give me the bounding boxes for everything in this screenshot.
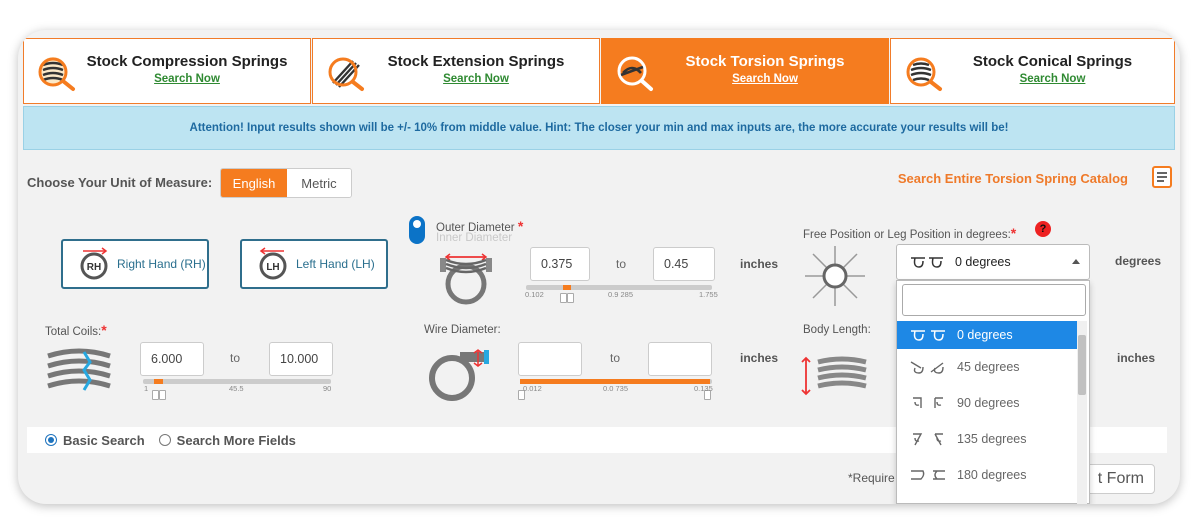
tick-label: 1 (144, 384, 149, 393)
basic-search-label: Basic Search (63, 432, 145, 448)
chevron-up-icon (1072, 259, 1080, 264)
tick-label: 0.102 (525, 290, 544, 299)
unit-english-button[interactable]: English (221, 169, 287, 197)
tick-label: 45.5 (229, 384, 244, 393)
more-fields-option[interactable]: Search More Fields (158, 432, 296, 448)
basic-search-option[interactable]: Basic Search (45, 433, 145, 448)
catalog-link[interactable]: Search Entire Torsion Spring Catalog (898, 171, 1128, 186)
tab-title: Stock Extension Springs (387, 53, 565, 70)
search-now-link[interactable]: Search Now (64, 73, 310, 85)
leg-90-icon (913, 397, 943, 408)
total-coils-illustration (47, 348, 111, 391)
left-hand-icon: LH (259, 247, 287, 280)
dropdown-option[interactable]: 90 degrees (897, 385, 1077, 421)
dropdown-option[interactable]: 0 degrees (897, 321, 1077, 349)
leg-135-icon (913, 433, 943, 446)
leg-position-illustration (805, 246, 865, 306)
dropdown-options: 0 degrees 45 degrees 90 degrees 135 degr… (897, 321, 1077, 493)
to-label: to (616, 257, 627, 271)
search-now-link[interactable]: Search Now (353, 73, 599, 85)
dropdown-option[interactable]: 45 degrees (897, 349, 1077, 385)
left-hand-label: Left Hand (LH) (296, 257, 375, 271)
right-hand-label: Right Hand (RH) (117, 257, 206, 271)
tab-title: Stock Compression Springs (86, 53, 288, 70)
unit-label: Choose Your Unit of Measure: (27, 175, 213, 190)
tick-label: 0.0 735 (603, 384, 629, 393)
tab-conical[interactable]: Stock Conical Springs Search Now (890, 38, 1175, 104)
slider-handle[interactable] (152, 390, 159, 400)
right-hand-button[interactable]: RH Right Hand (RH) (61, 239, 209, 289)
required-note: *Require (848, 471, 895, 485)
body-length-label: Body Length: (803, 324, 871, 336)
svg-text:LH: LH (266, 262, 279, 273)
more-fields-radio[interactable] (158, 434, 171, 446)
page-frame: Stock Compression Springs Search Now Sto… (18, 30, 1180, 504)
left-hand-button[interactable]: LH Left Hand (LH) (240, 239, 388, 289)
leg-position-selected: 0 degrees (955, 255, 1011, 269)
help-icon[interactable]: ? (1035, 221, 1051, 237)
leg-0-icon (911, 330, 945, 341)
tab-extension[interactable]: Stock Extension Springs Search Now (312, 38, 600, 104)
wire-diameter-illustration (429, 349, 489, 401)
tab-title: Stock Conical Springs (972, 53, 1133, 70)
slider-handle[interactable] (560, 293, 567, 303)
dropdown-option[interactable]: 180 degrees (897, 457, 1077, 493)
tick-label: 0.9 285 (608, 290, 634, 299)
outer-diameter-min-input[interactable]: 0.375 (530, 247, 590, 281)
total-coils-max-input[interactable]: 10.000 (269, 342, 333, 376)
wire-diameter-min-input[interactable] (518, 342, 582, 376)
free-position-label: Free Position or Leg Position in degrees… (803, 225, 1017, 241)
more-fields-label: Search More Fields (176, 432, 296, 448)
dropdown-option[interactable]: 135 degrees (897, 421, 1077, 457)
catalog-icon[interactable] (1152, 166, 1172, 188)
od-id-toggle[interactable] (409, 216, 425, 244)
leg-0-icon (911, 257, 943, 268)
search-now-link[interactable]: Search Now (931, 73, 1174, 85)
wire-diameter-max-input[interactable] (648, 342, 712, 376)
search-now-link[interactable]: Search Now (642, 73, 888, 85)
to-label: to (230, 351, 241, 365)
outer-diameter-units: inches (740, 257, 779, 271)
tab-title: Stock Torsion Springs (685, 53, 845, 70)
total-coils-min-input[interactable]: 6.000 (140, 342, 204, 376)
leg-position-dropdown: 0 degrees 45 degrees 90 degrees 135 degr… (896, 280, 1090, 504)
to-label: to (610, 351, 621, 365)
basic-search-radio[interactable] (45, 434, 57, 446)
right-hand-icon: RH (80, 247, 108, 280)
tick-label: 0.012 (523, 384, 542, 393)
inner-diameter-label[interactable]: Inner Diameter (436, 232, 512, 244)
body-length-units: inches (1117, 351, 1156, 365)
scrollbar-thumb[interactable] (1078, 335, 1086, 395)
total-coils-slider-range (154, 379, 163, 384)
leg-position-select[interactable]: 0 degrees (896, 244, 1090, 280)
dropdown-search-input[interactable] (902, 284, 1086, 316)
outer-diameter-illustration (440, 253, 492, 305)
svg-text:RH: RH (87, 262, 101, 273)
tab-compression[interactable]: Stock Compression Springs Search Now (23, 38, 311, 104)
wire-diameter-label: Wire Diameter: (424, 324, 501, 336)
tick-label: 0.135 (694, 384, 713, 393)
slider-handle[interactable] (159, 390, 166, 400)
dropdown-scrollbar[interactable] (1077, 321, 1087, 504)
spring-type-tabs: Stock Compression Springs Search Now Sto… (23, 38, 1175, 104)
tick-label: 1.755 (699, 290, 718, 299)
wire-diameter-units: inches (740, 351, 779, 365)
outer-diameter-max-input[interactable]: 0.45 (653, 247, 715, 281)
outer-diameter-slider-range (563, 285, 571, 290)
attention-banner: Attention! Input results shown will be +… (23, 106, 1175, 150)
slider-handle[interactable] (567, 293, 574, 303)
tab-torsion[interactable]: Stock Torsion Springs Search Now (601, 38, 889, 104)
total-coils-label: Total Coils:* (45, 322, 107, 338)
leg-45-icon (910, 361, 944, 374)
unit-metric-button[interactable]: Metric (287, 169, 351, 197)
free-position-units: degrees (1115, 254, 1162, 268)
leg-180-icon (911, 470, 945, 480)
tick-label: 90 (323, 384, 332, 393)
body-length-illustration (801, 356, 867, 396)
unit-toggle: English Metric (220, 168, 352, 198)
